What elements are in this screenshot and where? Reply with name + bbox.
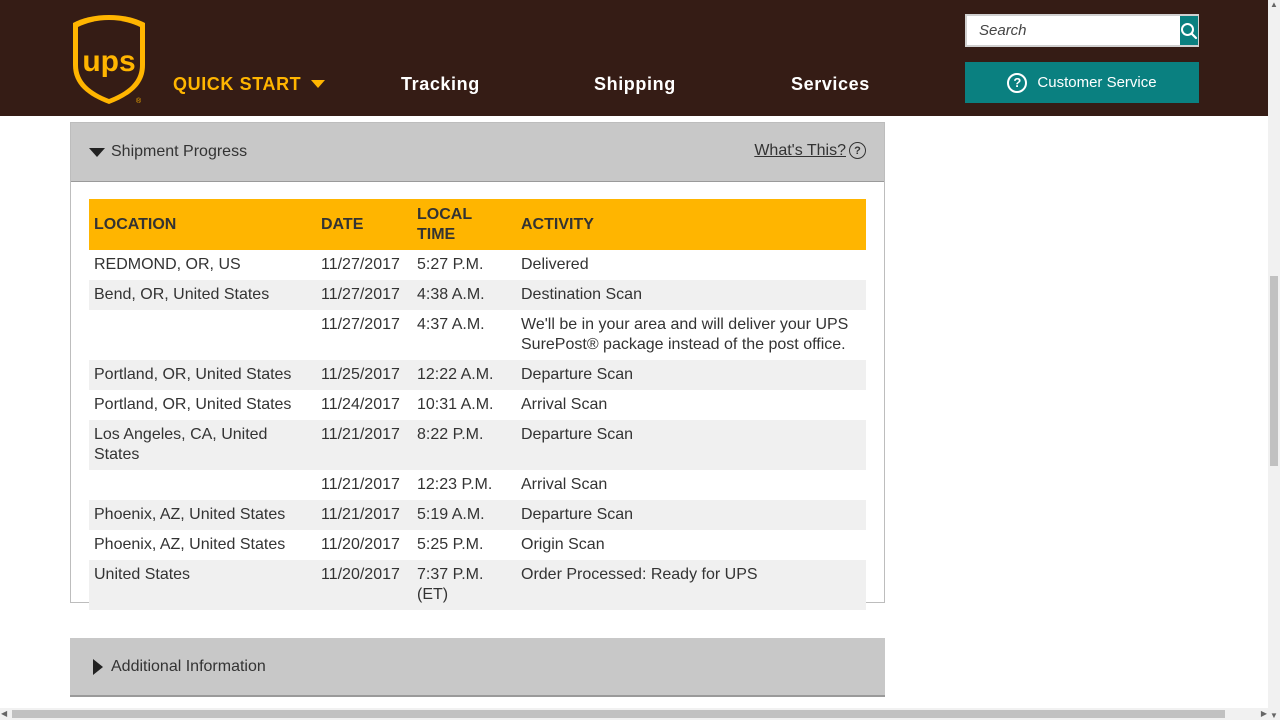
cell-activity: We'll be in your area and will deliver y… — [521, 316, 849, 353]
column-header-local-time-label: LOCAL TIME — [417, 205, 472, 243]
cell-time: 5:19 A.M. — [412, 500, 516, 530]
table-row: 11/27/2017 4:37 A.M. We'll be in your ar… — [89, 310, 866, 360]
cell-location: REDMOND, OR, US — [94, 256, 241, 273]
column-header-location: LOCATION — [89, 199, 316, 250]
search-icon — [1181, 22, 1198, 39]
table-row: Phoenix, AZ, United States 11/21/2017 5:… — [89, 500, 866, 530]
caret-down-icon — [311, 79, 326, 88]
cell-date: 11/27/2017 — [321, 316, 400, 333]
cell-time: 12:22 A.M. — [412, 360, 516, 390]
customer-service-label: Customer Service — [1037, 74, 1157, 91]
cell-location — [89, 310, 316, 360]
scroll-up-icon[interactable]: ▲ — [1270, 0, 1278, 9]
cell-date: 11/27/2017 — [321, 256, 400, 273]
cell-location: Phoenix, AZ, United States — [89, 500, 316, 530]
additional-information-panel[interactable]: Additional Information — [70, 638, 885, 697]
scroll-down-icon[interactable]: ▼ — [1270, 711, 1278, 720]
cell-location — [89, 470, 316, 500]
cell-time: 10:31 A.M. — [417, 396, 494, 413]
horizontal-scrollbar[interactable]: ◀ ▶ — [0, 708, 1268, 720]
table-row: Bend, OR, United States 11/27/2017 4:38 … — [89, 280, 866, 310]
svg-text:ups: ups — [82, 45, 135, 78]
cell-activity: Order Processed: Ready for UPS — [516, 560, 866, 610]
scroll-left-icon[interactable]: ◀ — [1, 709, 7, 718]
column-header-local-time: LOCAL TIME — [412, 199, 516, 250]
cell-location: Bend, OR, United States — [89, 280, 316, 310]
search-button[interactable] — [1180, 16, 1198, 45]
cell-date: 11/20/2017 — [321, 536, 400, 553]
cell-activity: Departure Scan — [516, 420, 866, 470]
nav-services[interactable]: Services — [791, 74, 870, 95]
cell-date: 11/27/2017 — [316, 280, 412, 310]
table-row: United States 11/20/2017 7:37 P.M. (ET) … — [89, 560, 866, 610]
cell-time: 8:22 P.M. — [412, 420, 516, 470]
table-header-row: LOCATION DATE LOCAL TIME ACTIVITY — [89, 199, 866, 250]
whats-this-link[interactable]: What's This? — [754, 142, 846, 160]
cell-date: 11/25/2017 — [316, 360, 412, 390]
table-row: Portland, OR, United States 11/25/2017 1… — [89, 360, 866, 390]
vertical-scrollbar[interactable]: ▲ ▼ — [1268, 0, 1280, 720]
cell-date: 11/24/2017 — [321, 396, 400, 413]
cell-time: 7:37 P.M. (ET) — [412, 560, 516, 610]
expand-triangle-icon — [93, 659, 103, 675]
customer-service-button[interactable]: ? Customer Service — [965, 62, 1199, 103]
vertical-scrollbar-thumb[interactable] — [1270, 276, 1278, 466]
column-header-date: DATE — [316, 199, 412, 250]
table-row: Portland, OR, United States 11/24/2017 1… — [89, 390, 866, 420]
search-input[interactable] — [967, 16, 1180, 45]
cell-activity: Delivered — [521, 256, 589, 273]
collapse-triangle-icon — [89, 148, 105, 157]
cell-location: Portland, OR, United States — [94, 396, 292, 413]
help-icon[interactable]: ? — [849, 142, 866, 159]
cell-date: 11/21/2017 — [316, 500, 412, 530]
table-row: Phoenix, AZ, United States 11/20/2017 5:… — [89, 530, 866, 560]
nav-quick-start[interactable]: QUICK START — [173, 74, 326, 95]
cell-time: 5:25 P.M. — [417, 536, 484, 553]
scroll-right-icon[interactable]: ▶ — [1261, 709, 1267, 718]
cell-activity: Arrival Scan — [521, 476, 608, 493]
shipment-progress-panel: Shipment Progress What's This? ? LOCATIO… — [70, 122, 885, 610]
cell-location: Los Angeles, CA, United States — [89, 420, 316, 470]
cell-location: United States — [89, 560, 316, 610]
cell-time: 12:23 P.M. — [417, 476, 493, 493]
cell-activity: Destination Scan — [516, 280, 866, 310]
horizontal-scrollbar-thumb[interactable] — [12, 710, 1225, 718]
cell-date: 11/21/2017 — [321, 476, 400, 493]
site-header: ups ® QUICK START Tracking Shipping Serv… — [0, 0, 1268, 116]
column-header-activity: ACTIVITY — [516, 199, 866, 250]
table-row: Los Angeles, CA, United States 11/21/201… — [89, 420, 866, 470]
cell-location: Portland, OR, United States — [89, 360, 316, 390]
table-row: REDMOND, OR, US 11/27/2017 5:27 P.M. Del… — [89, 250, 866, 280]
question-icon: ? — [1007, 72, 1028, 93]
cell-activity: Departure Scan — [516, 360, 866, 390]
cell-time: 5:27 P.M. — [417, 256, 484, 273]
table-row: 11/21/2017 12:23 P.M. Arrival Scan — [89, 470, 866, 500]
nav-shipping[interactable]: Shipping — [594, 74, 676, 95]
shipment-progress-header[interactable]: Shipment Progress What's This? ? — [71, 123, 884, 182]
cell-activity: Departure Scan — [516, 500, 866, 530]
nav-tracking[interactable]: Tracking — [401, 74, 480, 95]
cell-time: 4:38 A.M. — [412, 280, 516, 310]
additional-information-title: Additional Information — [111, 658, 266, 675]
shipment-progress-table: LOCATION DATE LOCAL TIME ACTIVITY REDMON… — [89, 199, 866, 610]
search-box — [965, 14, 1199, 47]
cell-time: 4:37 A.M. — [417, 316, 485, 333]
ups-logo[interactable]: ups ® — [70, 13, 148, 105]
cell-activity: Origin Scan — [521, 536, 605, 553]
cell-date: 11/21/2017 — [316, 420, 412, 470]
cell-location: Phoenix, AZ, United States — [94, 536, 286, 553]
cell-activity: Arrival Scan — [521, 396, 608, 413]
cell-date: 11/20/2017 — [316, 560, 412, 610]
nav-quick-start-label: QUICK START — [173, 74, 302, 94]
shipment-progress-title: Shipment Progress — [111, 143, 248, 160]
svg-text:®: ® — [136, 97, 142, 105]
